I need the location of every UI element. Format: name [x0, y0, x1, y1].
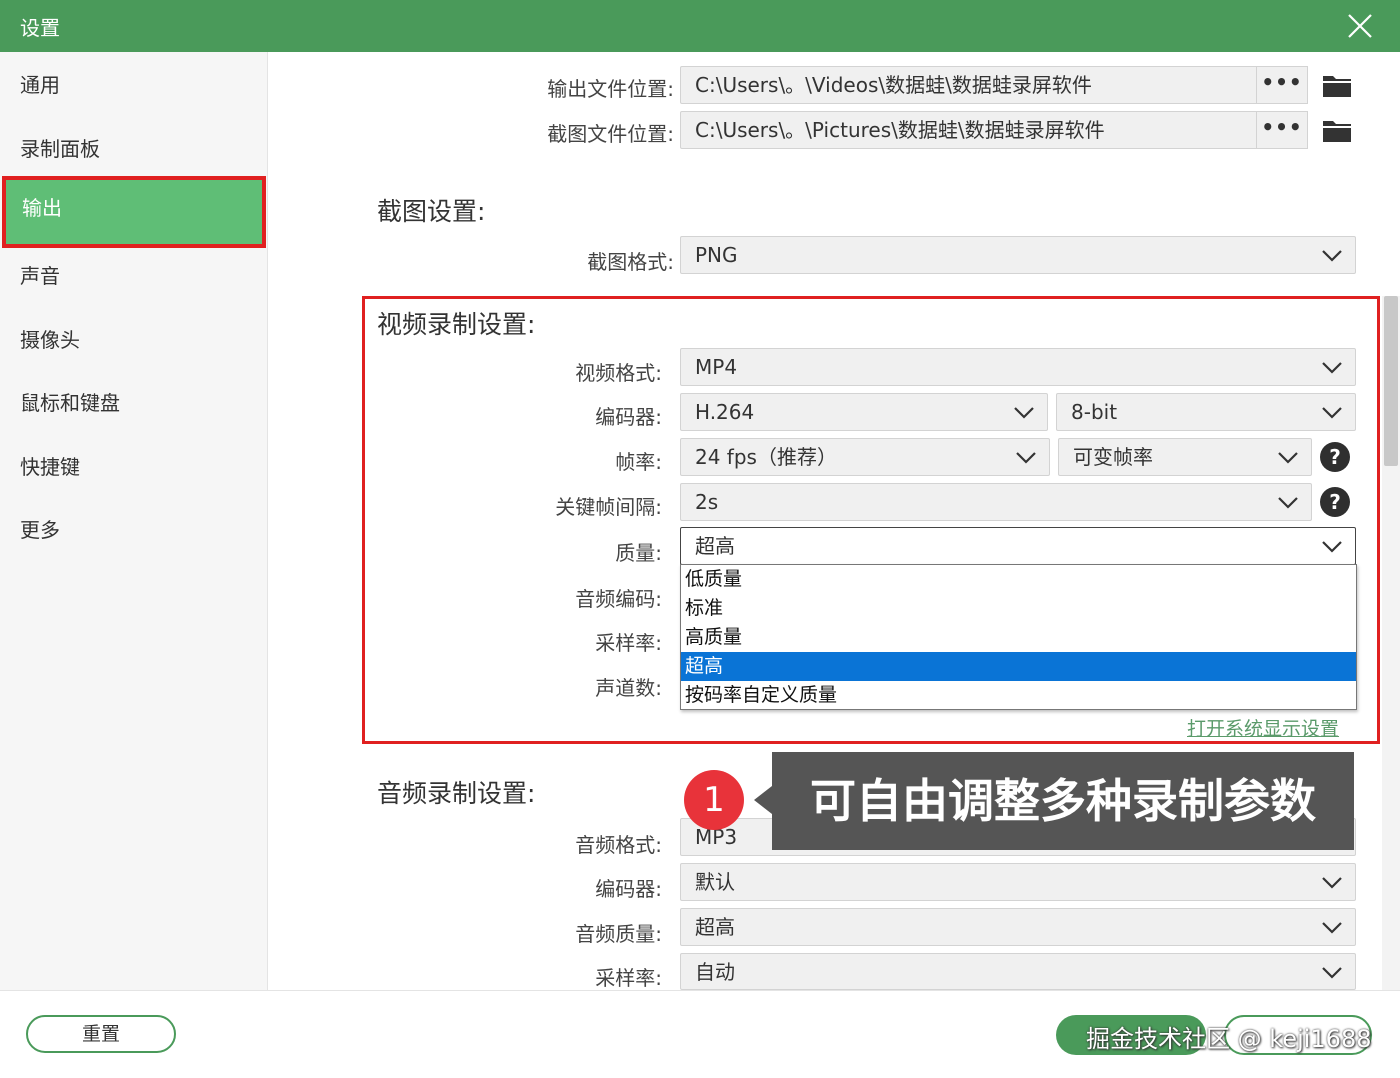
output-location-label: 输出文件位置:: [547, 77, 674, 101]
video-encoder-select[interactable]: H.264: [680, 393, 1048, 431]
quality-option-standard[interactable]: 标准: [681, 594, 1356, 623]
step-badge: 1: [684, 770, 744, 830]
audio-sample-rate-label: 采样率:: [595, 966, 662, 990]
audio-sample-rate-value: 自动: [695, 960, 735, 984]
chevron-down-icon: [1322, 541, 1342, 553]
keyframe-select[interactable]: 2s: [680, 483, 1312, 521]
screenshot-location-label: 截图文件位置:: [547, 122, 674, 146]
screenshot-format-value: PNG: [695, 243, 738, 267]
quality-value: 超高: [695, 534, 735, 558]
chevron-down-icon: [1322, 877, 1342, 889]
display-settings-link[interactable]: 打开系统显示设置: [1187, 714, 1339, 741]
footer-bar: 重置 掘金技术社区 @ keji1688: [0, 990, 1400, 1078]
screenshot-format-label: 截图格式:: [587, 250, 674, 274]
keyframe-value: 2s: [695, 490, 719, 514]
close-icon[interactable]: [1346, 12, 1374, 40]
quality-label: 质量:: [615, 541, 662, 565]
video-settings-title: 视频录制设置:: [377, 310, 536, 339]
screenshot-browse-button[interactable]: •••: [1256, 111, 1308, 149]
audio-encoder-select[interactable]: 默认: [680, 863, 1356, 901]
audio-quality-value: 超高: [695, 915, 735, 939]
sidebar: 通用 录制面板 输出 声音 摄像头 鼠标和键盘 快捷键 更多: [0, 52, 268, 990]
bit-depth-select[interactable]: 8-bit: [1056, 393, 1356, 431]
audio-codec-label: 音频编码:: [575, 587, 662, 611]
window-title: 设置: [20, 16, 60, 40]
framerate-value: 24 fps（推荐）: [695, 445, 837, 469]
folder-icon[interactable]: [1322, 72, 1352, 98]
quality-option-ultra[interactable]: 超高: [681, 652, 1356, 681]
scrollbar-thumb[interactable]: [1384, 296, 1398, 466]
reset-button[interactable]: 重置: [26, 1015, 176, 1053]
bit-depth-value: 8-bit: [1071, 400, 1118, 424]
sidebar-item-output[interactable]: 输出: [2, 176, 266, 248]
audio-encoder-value: 默认: [695, 870, 735, 894]
video-encoder-label: 编码器:: [595, 405, 662, 429]
sidebar-item-mouse-keyboard[interactable]: 鼠标和键盘: [0, 371, 268, 435]
audio-format-label: 音频格式:: [575, 833, 662, 857]
video-encoder-value: H.264: [695, 400, 755, 424]
sidebar-item-record-panel[interactable]: 录制面板: [0, 117, 268, 181]
watermark: 掘金技术社区 @ keji1688: [1086, 1025, 1372, 1053]
video-format-label: 视频格式:: [575, 361, 662, 385]
quality-dropdown-list: 低质量 标准 高质量 超高 按码率自定义质量: [680, 564, 1357, 710]
quality-option-low[interactable]: 低质量: [681, 565, 1356, 594]
framerate-label: 帧率:: [615, 450, 662, 474]
quality-option-high[interactable]: 高质量: [681, 623, 1356, 652]
quality-option-custom-bitrate[interactable]: 按码率自定义质量: [681, 681, 1356, 710]
keyframe-label: 关键帧间隔:: [555, 495, 662, 519]
framerate-mode-select[interactable]: 可变帧率: [1058, 438, 1312, 476]
quality-select[interactable]: 超高: [680, 527, 1356, 565]
audio-settings-title: 音频录制设置:: [377, 779, 536, 808]
chevron-down-icon: [1322, 967, 1342, 979]
audio-quality-label: 音频质量:: [575, 922, 662, 946]
help-icon[interactable]: ?: [1320, 442, 1350, 472]
chevron-down-icon: [1322, 362, 1342, 374]
sidebar-item-more[interactable]: 更多: [0, 498, 268, 562]
chevron-down-icon: [1322, 407, 1342, 419]
audio-sample-rate-select[interactable]: 自动: [680, 953, 1356, 990]
sidebar-item-shortcuts[interactable]: 快捷键: [0, 435, 268, 499]
chevron-down-icon: [1016, 452, 1036, 464]
chevron-down-icon: [1278, 497, 1298, 509]
folder-icon[interactable]: [1322, 117, 1352, 143]
video-format-value: MP4: [695, 355, 738, 379]
screenshot-location-field[interactable]: C:\Users\。\Pictures\数据蛙\数据蛙录屏软件: [680, 111, 1258, 149]
chevron-down-icon: [1322, 250, 1342, 262]
channels-label: 声道数:: [595, 676, 662, 700]
title-bar: 设置: [0, 0, 1400, 52]
sidebar-item-sound[interactable]: 声音: [0, 244, 268, 308]
screenshot-format-select[interactable]: PNG: [680, 236, 1356, 274]
scrollbar[interactable]: [1382, 296, 1400, 990]
sidebar-item-general[interactable]: 通用: [0, 53, 268, 117]
callout-pointer: [754, 786, 772, 814]
chevron-down-icon: [1322, 922, 1342, 934]
output-browse-button[interactable]: •••: [1256, 66, 1308, 104]
output-location-field[interactable]: C:\Users\。\Videos\数据蛙\数据蛙录屏软件: [680, 66, 1258, 104]
help-icon[interactable]: ?: [1320, 487, 1350, 517]
chevron-down-icon: [1014, 407, 1034, 419]
video-format-select[interactable]: MP4: [680, 348, 1356, 386]
chevron-down-icon: [1278, 452, 1298, 464]
audio-encoder-label: 编码器:: [595, 877, 662, 901]
callout-caption: 可自由调整多种录制参数: [772, 752, 1354, 850]
sidebar-item-camera[interactable]: 摄像头: [0, 308, 268, 372]
framerate-select[interactable]: 24 fps（推荐）: [680, 438, 1050, 476]
sample-rate-label: 采样率:: [595, 631, 662, 655]
screenshot-settings-title: 截图设置:: [377, 197, 486, 226]
audio-quality-select[interactable]: 超高: [680, 908, 1356, 946]
framerate-mode-value: 可变帧率: [1073, 445, 1153, 469]
